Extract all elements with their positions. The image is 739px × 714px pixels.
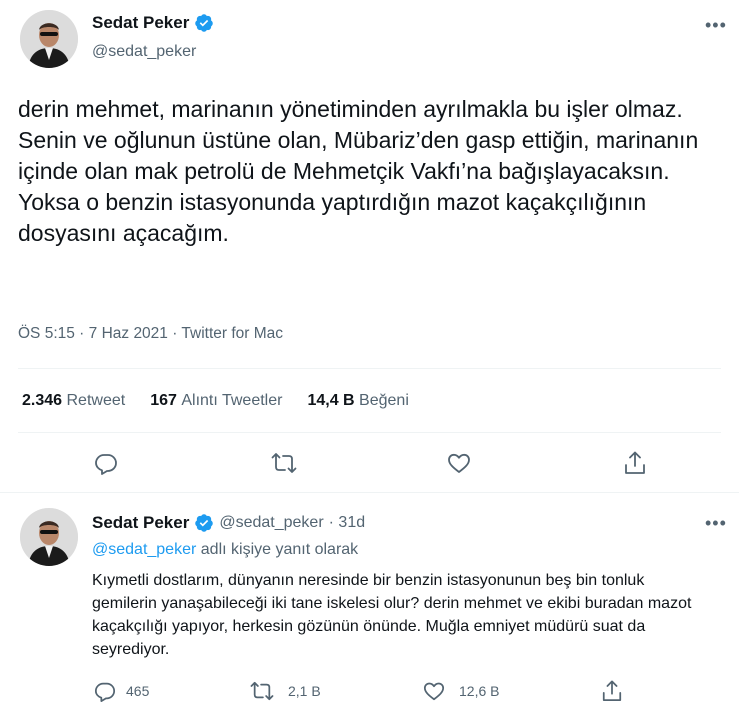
like-count: 12,6 B [459, 683, 500, 699]
author-name[interactable]: Sedat Peker [92, 13, 189, 33]
more-options-icon[interactable]: ••• [705, 15, 727, 36]
retweet-count: 2,1 B [288, 683, 321, 699]
quote-stat[interactable]: 167 Alıntı Tweetler [150, 392, 282, 410]
like-count: 14,4 B [307, 392, 355, 409]
retweet-icon [250, 681, 274, 701]
avatar[interactable] [20, 508, 78, 566]
more-options-icon[interactable]: ••• [705, 513, 727, 534]
author-handle[interactable]: @sedat_peker [92, 43, 196, 61]
tweet-text: derin mehmet, marinanın yönetiminden ayr… [18, 96, 699, 246]
avatar-image [20, 10, 78, 68]
retweet-icon [271, 453, 297, 473]
share-button[interactable] [601, 679, 623, 703]
verified-badge-icon [195, 514, 214, 532]
share-icon [602, 680, 622, 702]
like-button[interactable]: 12,6 B [423, 680, 499, 702]
replying-to-handle-link[interactable]: @sedat_peker [92, 541, 196, 558]
divider [18, 368, 721, 369]
reply-header: Sedat Peker @sedat_peker · 31d [92, 513, 365, 533]
retweet-label: Retweet [66, 392, 126, 409]
quote-count: 167 [150, 392, 177, 409]
replying-to-text: adlı kişiye yanıt olarak [200, 541, 359, 558]
reply-text: Kıymetli dostlarım, dünyanın neresinde b… [92, 572, 692, 658]
retweet-button[interactable]: 2,1 B [250, 680, 321, 702]
like-label: Beğeni [359, 392, 409, 409]
tweet-separator [0, 492, 739, 493]
reply-timestamp[interactable]: · 31d [329, 514, 365, 532]
reply-count: 465 [126, 683, 150, 699]
share-icon [625, 451, 645, 474]
verified-badge-icon [195, 14, 214, 32]
reply-button[interactable] [94, 451, 118, 475]
retweet-button[interactable] [271, 451, 297, 475]
like-icon [423, 682, 445, 701]
reply-author-handle[interactable]: @sedat_peker [219, 514, 323, 532]
like-icon [448, 453, 470, 473]
tweet-stats: 2.346 Retweet 167 Alıntı Tweetler 14,4 B… [22, 392, 409, 410]
retweet-stat[interactable]: 2.346 Retweet [22, 392, 125, 410]
reply-author-name[interactable]: Sedat Peker [92, 513, 189, 533]
retweet-count: 2.346 [22, 392, 63, 409]
tweet-metadata[interactable]: ÖS 5:15 · 7 Haz 2021 · Twitter for Mac [18, 325, 283, 343]
divider [18, 432, 721, 433]
like-button[interactable] [447, 451, 471, 475]
share-button[interactable] [623, 450, 647, 476]
replying-to: @sedat_peker adlı kişiye yanıt olarak [92, 541, 358, 559]
quote-label: Alıntı Tweetler [181, 392, 283, 409]
reply-button[interactable]: 465 [94, 680, 149, 702]
reply-icon [94, 682, 116, 702]
reply-icon [95, 454, 117, 475]
like-stat[interactable]: 14,4 B Beğeni [307, 392, 408, 410]
avatar[interactable] [20, 10, 78, 68]
avatar-image [20, 508, 78, 566]
author-name-row: Sedat Peker [92, 13, 214, 33]
